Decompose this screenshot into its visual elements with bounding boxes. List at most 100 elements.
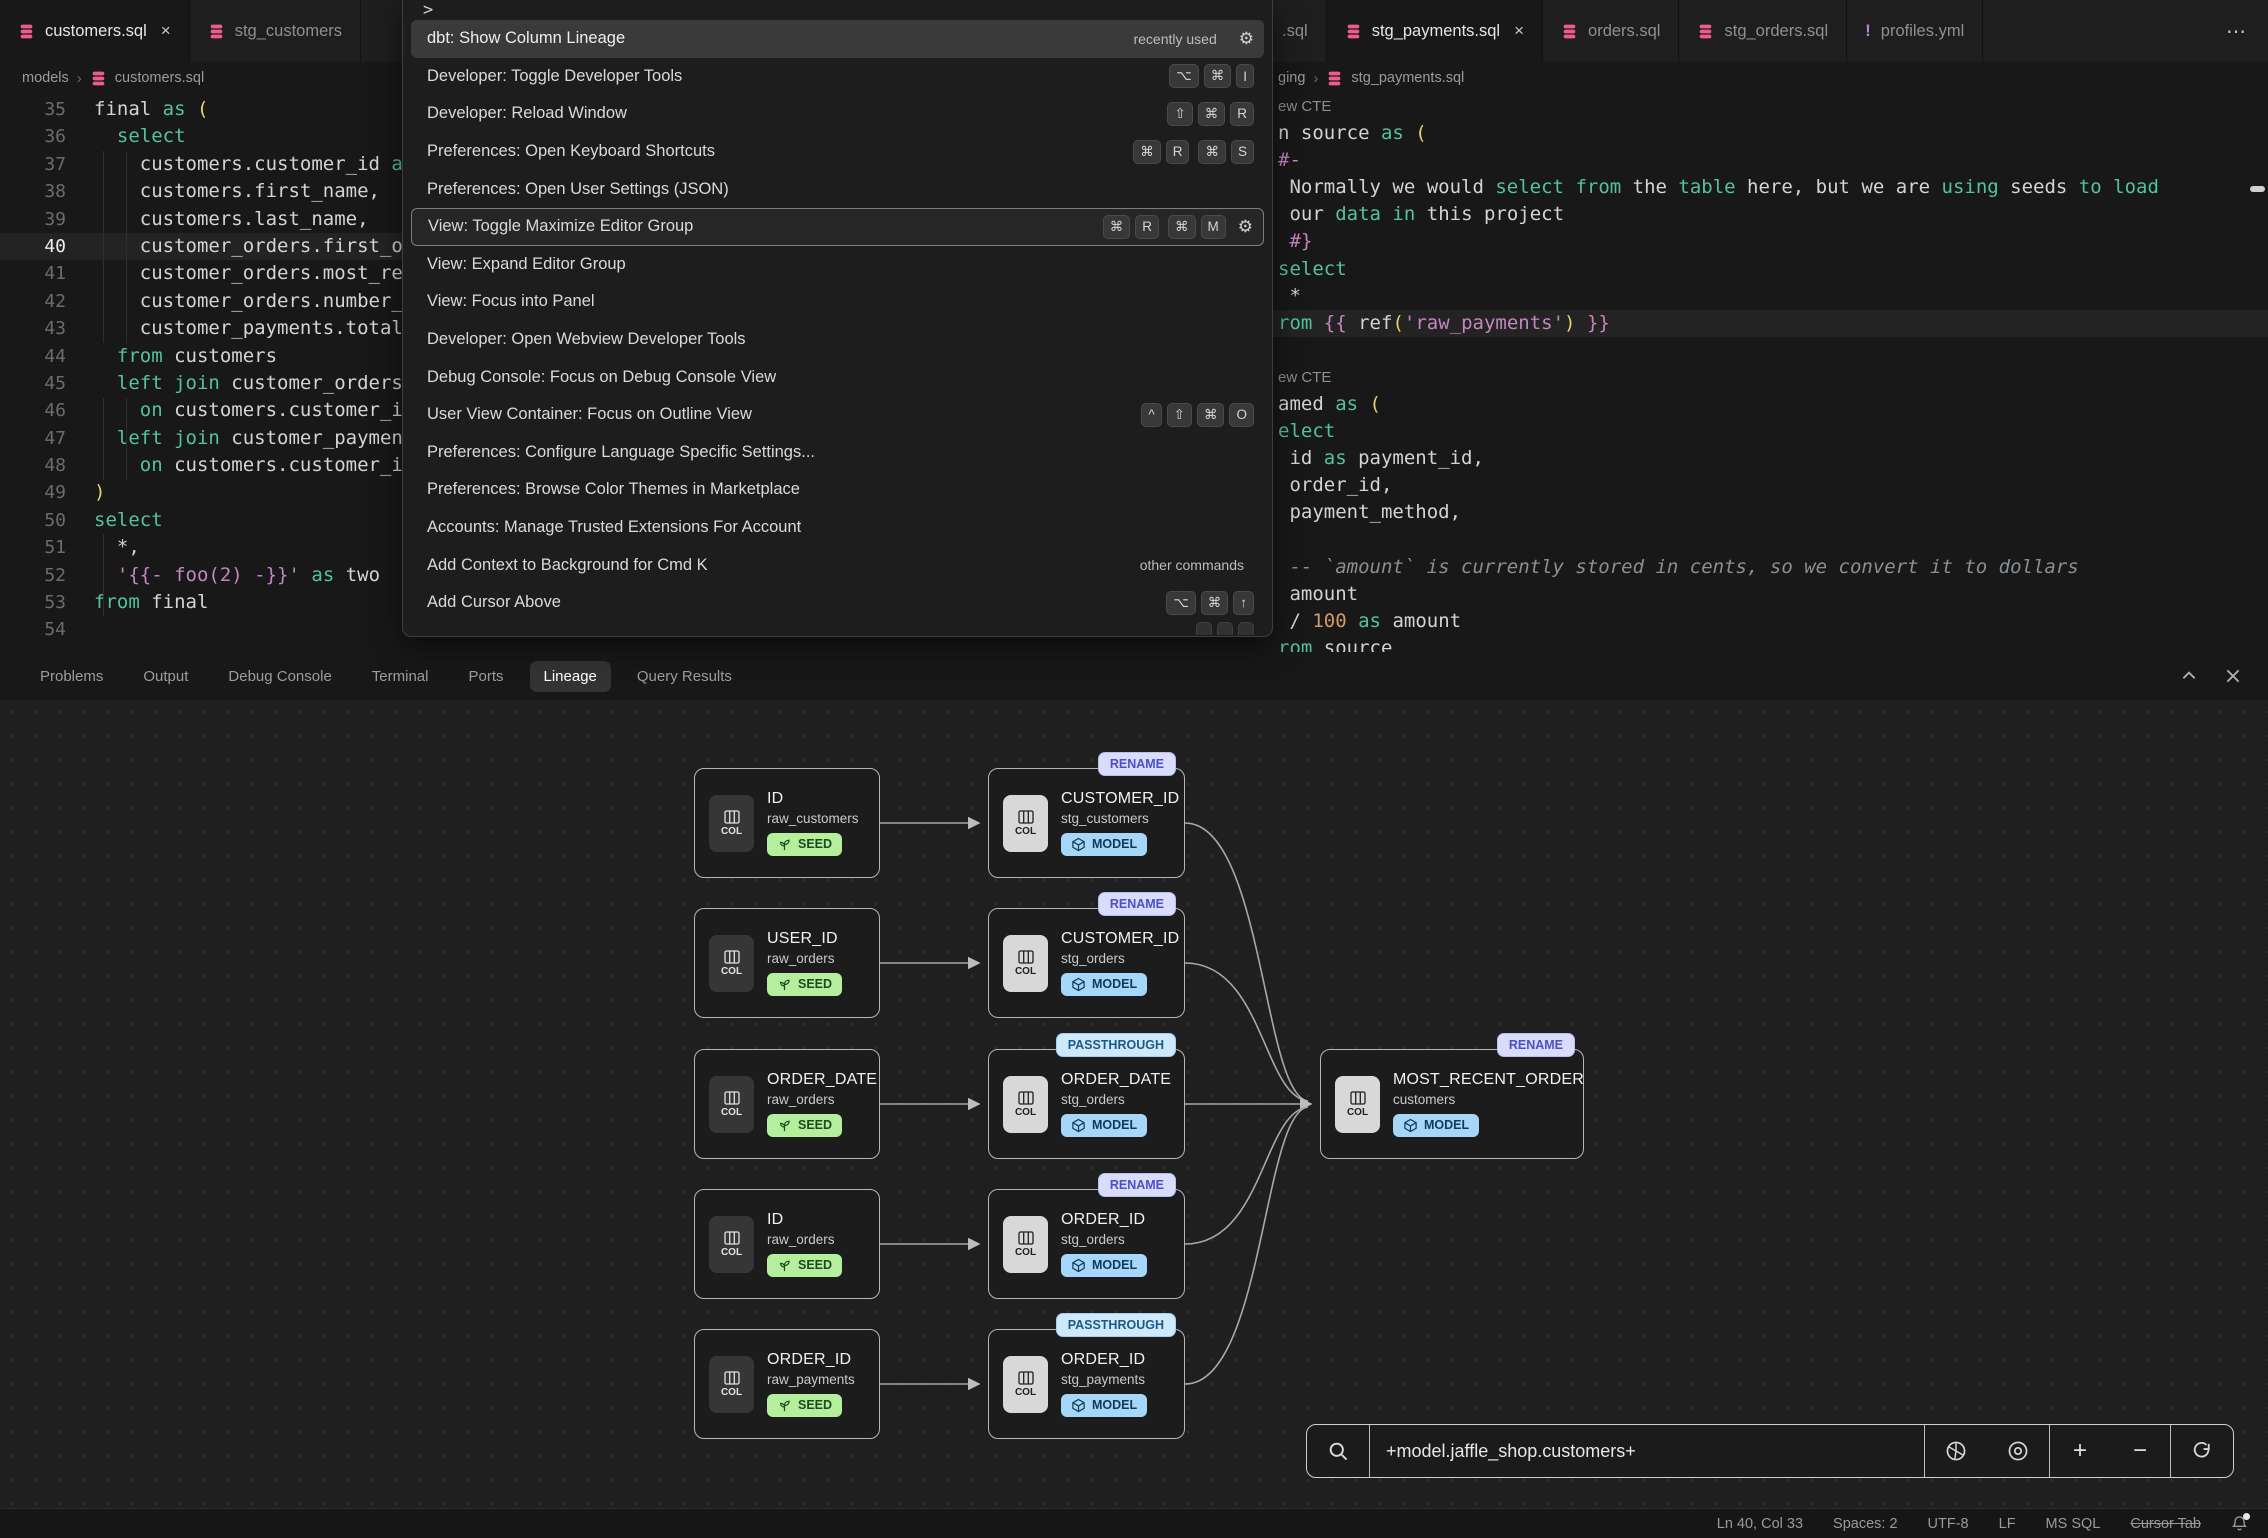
- panel-maximize-icon[interactable]: [2180, 667, 2198, 685]
- lineage-node-stg_orders-order_date[interactable]: PASSTHROUGHCOLORDER_DATEstg_ordersMODEL: [988, 1049, 1185, 1159]
- palette-item[interactable]: User View Container: Focus on Outline Vi…: [411, 396, 1264, 434]
- panel-tab-lineage[interactable]: Lineage: [530, 661, 611, 692]
- database-icon: [1697, 23, 1714, 40]
- palette-item[interactable]: Add Cursor Above⌥⌘↑: [411, 584, 1264, 622]
- palette-item[interactable]: Developer: Toggle Developer Tools⌥⌘I: [411, 58, 1264, 96]
- node-kind-label: MODEL: [1092, 1398, 1137, 1412]
- status-ln-40-col-33[interactable]: Ln 40, Col 33: [1717, 1516, 1803, 1532]
- tab-orders.sql[interactable]: orders.sql: [1543, 0, 1679, 62]
- code-line: payment_method,: [1278, 499, 2159, 526]
- panel-tab-query-results[interactable]: Query Results: [623, 661, 746, 692]
- lineage-graph[interactable]: + − COLIDraw_customersSEED COLUSER_IDraw_…: [0, 700, 2268, 1508]
- tab-profiles.yml[interactable]: !profiles.yml: [1847, 0, 1983, 62]
- status-utf-8[interactable]: UTF-8: [1928, 1516, 1969, 1532]
- palette-item[interactable]: Preferences: Configure Language Specific…: [411, 434, 1264, 472]
- lineage-node-raw_payments-order_id[interactable]: COLORDER_IDraw_paymentsSEED: [694, 1329, 880, 1439]
- palette-item[interactable]: Preferences: Open User Settings (JSON): [411, 170, 1264, 208]
- keybinding-chip: R: [1135, 215, 1159, 239]
- codelens[interactable]: ew CTE: [1278, 93, 2159, 120]
- refresh-icon[interactable]: [2170, 1425, 2233, 1477]
- palette-item[interactable]: dbt: Show Column Lineagerecently used⚙: [411, 20, 1264, 58]
- lineage-search-input[interactable]: [1369, 1425, 1924, 1477]
- search-icon: [1307, 1425, 1369, 1477]
- more-tabs-icon[interactable]: ⋯: [2206, 0, 2268, 62]
- status-spaces-2[interactable]: Spaces: 2: [1833, 1516, 1898, 1532]
- command-palette-input[interactable]: >: [403, 0, 1272, 20]
- palette-item[interactable]: Debug Console: Focus on Debug Console Vi…: [411, 358, 1264, 396]
- panel-tab-output[interactable]: Output: [129, 661, 202, 692]
- palette-item[interactable]: Developer: Open Webview Developer Tools: [411, 321, 1264, 359]
- keybinding-chip: ⌘: [1201, 591, 1229, 615]
- node-table: stg_customers: [1061, 811, 1179, 826]
- lineage-node-stg_orders-customer_id[interactable]: RENAMECOLCUSTOMER_IDstg_ordersMODEL: [988, 908, 1185, 1018]
- keybinding-chip: ⇧: [1167, 403, 1192, 427]
- palette-item[interactable]: Preferences: Open Keyboard Shortcuts⌘R⌘S: [411, 133, 1264, 171]
- breadcrumb[interactable]: ging › stg_payments.sql: [1152, 62, 2268, 94]
- gear-icon[interactable]: ⚙: [1238, 217, 1253, 237]
- zoom-in-button[interactable]: +: [2049, 1425, 2110, 1477]
- breadcrumb-file[interactable]: stg_payments.sql: [1351, 70, 1464, 86]
- zoom-out-button[interactable]: −: [2110, 1425, 2170, 1477]
- panel-tab-debug-console[interactable]: Debug Console: [214, 661, 345, 692]
- palette-item[interactable]: View: Toggle Maximize Editor Group⌘R⌘M⚙: [411, 208, 1264, 246]
- column-badge-label: COL: [1015, 1107, 1036, 1118]
- eye-icon[interactable]: [1987, 1425, 2049, 1477]
- chevron-right-icon: ›: [1313, 70, 1318, 87]
- breadcrumb-file[interactable]: customers.sql: [115, 70, 204, 86]
- codelens[interactable]: ew CTE: [1278, 364, 2159, 391]
- node-title: CUSTOMER_ID: [1061, 790, 1179, 808]
- keybinding-chip: ↑: [1233, 591, 1254, 615]
- close-icon[interactable]: ×: [1514, 21, 1524, 41]
- code-editor[interactable]: ew CTEn source as (#- Normally we would …: [1278, 93, 2159, 652]
- panel-tab-terminal[interactable]: Terminal: [358, 661, 443, 692]
- status-cursor-tab[interactable]: Cursor Tab: [2130, 1516, 2201, 1532]
- cube-icon: [1071, 1118, 1086, 1133]
- tab-stg-orders.sql[interactable]: stg_orders.sql: [1679, 0, 1847, 62]
- lineage-node-raw_orders-order_date[interactable]: COLORDER_DATEraw_ordersSEED: [694, 1049, 880, 1159]
- panel-tab-ports[interactable]: Ports: [454, 661, 517, 692]
- lineage-node-raw_customers-id[interactable]: COLIDraw_customersSEED: [694, 768, 880, 878]
- lineage-node-stg_customers-customer_id[interactable]: RENAMECOLCUSTOMER_IDstg_customersMODEL: [988, 768, 1185, 878]
- palette-item[interactable]: Accounts: Manage Trusted Extensions For …: [411, 509, 1264, 547]
- lineage-node-stg_payments-order_id[interactable]: PASSTHROUGHCOLORDER_IDstg_paymentsMODEL: [988, 1329, 1185, 1439]
- lineage-node-stg_orders-order_id[interactable]: RENAMECOLORDER_IDstg_ordersMODEL: [988, 1189, 1185, 1299]
- panel-close-icon[interactable]: [2224, 667, 2242, 685]
- palette-item[interactable]: Preferences: Browse Color Themes in Mark…: [411, 471, 1264, 509]
- status-lf[interactable]: LF: [1999, 1516, 2016, 1532]
- breadcrumb-folder[interactable]: ging: [1278, 70, 1305, 86]
- code-line: #-: [1278, 147, 2159, 174]
- code-line: Normally we would select from the table …: [1278, 174, 2159, 201]
- line-number: 37: [0, 151, 66, 178]
- panel-tab-problems[interactable]: Problems: [26, 661, 117, 692]
- indent-guide: [126, 151, 127, 343]
- palette-item[interactable]: View: Focus into Panel: [411, 283, 1264, 321]
- status-ms-sql[interactable]: MS SQL: [2046, 1516, 2101, 1532]
- gear-icon[interactable]: ⚙: [1239, 29, 1254, 49]
- code-line: [1278, 527, 2159, 554]
- node-kind-label: SEED: [798, 977, 832, 991]
- tab-customers.sql[interactable]: customers.sql×: [0, 0, 190, 62]
- palette-item[interactable]: Developer: Reload Window⇧⌘R: [411, 95, 1264, 133]
- code-editor[interactable]: final as ( select customers.customer_id …: [94, 96, 414, 644]
- notifications-bell-icon[interactable]: [2231, 1515, 2248, 1532]
- node-table: customers: [1393, 1092, 1584, 1107]
- breadcrumb-folder[interactable]: models: [22, 70, 69, 86]
- aperture-icon[interactable]: [1924, 1425, 1987, 1477]
- columns-icon: [1018, 1091, 1034, 1105]
- tab-stg-customers[interactable]: stg_customers: [190, 0, 361, 62]
- lineage-node-raw_orders-id[interactable]: COLIDraw_ordersSEED: [694, 1189, 880, 1299]
- lineage-node-customers-most_recent_order[interactable]: RENAMECOLMOST_RECENT_ORDERcustomersMODEL: [1320, 1049, 1584, 1159]
- lineage-node-raw_orders-user_id[interactable]: COLUSER_IDraw_ordersSEED: [694, 908, 880, 1018]
- node-kind-label: MODEL: [1092, 1258, 1137, 1272]
- columns-icon: [724, 810, 740, 824]
- palette-item-label: View: Expand Editor Group: [427, 255, 1254, 274]
- keybinding-group: ⌥⌘↑: [1166, 591, 1254, 615]
- palette-item[interactable]: View: Expand Editor Group: [411, 246, 1264, 284]
- columns-icon: [724, 1091, 740, 1105]
- keybinding-chip: R: [1166, 140, 1190, 164]
- palette-item[interactable]: Add Context to Background for Cmd Kother…: [411, 546, 1264, 584]
- seedling-icon: [777, 1398, 792, 1413]
- tab-stg-payments.sql[interactable]: stg_payments.sql×: [1327, 0, 1543, 62]
- scrollbar-thumb[interactable]: [2250, 186, 2265, 192]
- close-icon[interactable]: ×: [161, 21, 171, 41]
